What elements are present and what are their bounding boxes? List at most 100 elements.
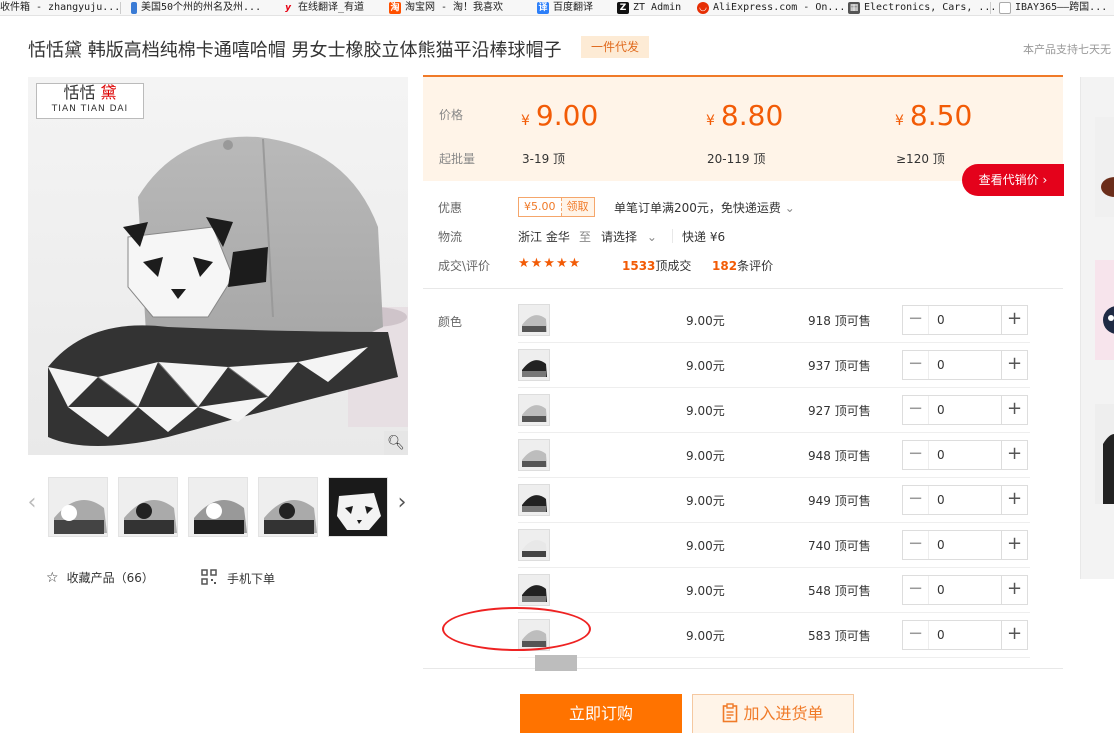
gallery-thumbnail[interactable] xyxy=(328,477,388,537)
color-label: 颜色 xyxy=(438,315,463,329)
bookmark-ibay365[interactable]: IBAY365——跨国... xyxy=(999,1,1107,15)
bookmark-youdao[interactable]: y 在线翻译_有道 xyxy=(282,1,364,15)
destination-select[interactable]: 请选择 ⌄ xyxy=(601,228,657,245)
recommend-thumbnail[interactable] xyxy=(1095,117,1114,217)
bookmark-taobao[interactable]: 淘 淘宝网 - 淘！我喜欢 xyxy=(389,1,503,15)
quantity-input[interactable]: 0 xyxy=(929,576,1001,604)
quantity-input[interactable]: 0 xyxy=(929,441,1001,469)
review-count[interactable]: 182条评价 xyxy=(712,257,773,274)
tier-price-value: 8.80 xyxy=(720,99,784,132)
plus-icon[interactable]: + xyxy=(1001,351,1027,379)
plus-icon[interactable]: + xyxy=(1001,621,1027,649)
bookmark-label: Electronics, Cars, ... xyxy=(864,2,997,13)
currency-symbol: ¥ xyxy=(706,113,715,129)
tier-range: 3-19 顶 xyxy=(522,152,566,166)
sku-thumbnail[interactable] xyxy=(518,304,550,336)
quantity-stepper: −0 + xyxy=(902,575,1028,605)
sku-thumbnail[interactable] xyxy=(518,529,550,561)
plus-icon[interactable]: + xyxy=(1001,306,1027,334)
quantity-stepper: −0 + xyxy=(902,530,1028,560)
quantity-input[interactable]: 0 xyxy=(929,621,1001,649)
dropship-badge[interactable]: 一件代发 xyxy=(581,36,649,58)
gallery-thumbnail[interactable] xyxy=(258,477,318,537)
recommend-thumbnail[interactable] xyxy=(1095,260,1114,360)
bookmark-zt-admin[interactable]: Z ZT Admin xyxy=(617,1,681,15)
plus-icon[interactable]: + xyxy=(1001,576,1027,604)
bookmark-ebay[interactable]: ▦ Electronics, Cars, ... xyxy=(848,1,996,15)
plus-icon[interactable]: + xyxy=(1001,396,1027,424)
sku-price: 9.00元 xyxy=(686,314,725,328)
sku-price: 9.00元 xyxy=(686,404,725,418)
bookmark-inbox[interactable]: 收件箱 - zhangyuju... xyxy=(0,1,120,15)
mobile-order-link[interactable]: 手机下单 xyxy=(201,569,275,588)
quantity-stepper: −0 + xyxy=(902,620,1028,650)
sold-count-suffix: 顶成交 xyxy=(655,259,692,273)
bookmark-baidu-translate[interactable]: 译 百度翻译 xyxy=(537,1,593,15)
review-count-suffix: 条评价 xyxy=(737,259,774,273)
chevron-right-icon: › xyxy=(1042,173,1048,187)
order-now-button[interactable]: 立即订购 xyxy=(520,694,682,733)
minus-icon[interactable]: − xyxy=(903,306,929,334)
bookmark-aliexpress[interactable]: ◡ AliExpress.com - On... xyxy=(697,1,845,15)
gallery-thumbnail[interactable] xyxy=(118,477,178,537)
sku-thumbnail[interactable] xyxy=(518,574,550,606)
sku-thumbnail[interactable] xyxy=(518,349,550,381)
ebay-icon: ▦ xyxy=(848,2,860,14)
sold-count-value: 1533 xyxy=(622,259,656,273)
sku-thumbnail[interactable] xyxy=(518,439,550,471)
quantity-input[interactable]: 0 xyxy=(929,531,1001,559)
minus-icon[interactable]: − xyxy=(903,531,929,559)
sku-thumbnail[interactable] xyxy=(518,484,550,516)
zoom-icon[interactable]: 🔍︎ xyxy=(384,431,408,455)
coupon-claim-button[interactable]: 领取 xyxy=(560,198,594,216)
baidu-translate-icon: 译 xyxy=(537,2,549,14)
plus-icon[interactable]: + xyxy=(1001,486,1027,514)
quantity-input[interactable]: 0 xyxy=(929,486,1001,514)
minus-icon[interactable]: − xyxy=(903,621,929,649)
bookmark-label: 美国50个州的州名及州... xyxy=(141,2,262,13)
minus-icon[interactable]: − xyxy=(903,351,929,379)
minus-icon[interactable]: − xyxy=(903,441,929,469)
view-agent-price-button[interactable]: 查看代销价 › xyxy=(962,164,1064,196)
thumb-cap-image xyxy=(189,478,247,536)
plus-icon[interactable]: + xyxy=(1001,531,1027,559)
quantity-input[interactable]: 0 xyxy=(929,306,1001,334)
quantity-stepper: −0 + xyxy=(902,350,1028,380)
minus-icon[interactable]: − xyxy=(903,396,929,424)
gallery-thumbnail[interactable] xyxy=(188,477,248,537)
bookmark-label: 百度翻译 xyxy=(553,2,593,13)
quantity-input[interactable]: 0 xyxy=(929,396,1001,424)
thumb-prev-icon[interactable]: ‹ xyxy=(24,490,40,515)
quantity-stepper: −0 + xyxy=(902,305,1028,335)
to-text: 至 xyxy=(579,230,592,244)
sku-row: 9.00元 548 顶可售 −0 + xyxy=(518,568,1030,613)
sold-count[interactable]: 1533顶成交 xyxy=(622,257,691,274)
tier-range: ≥120 顶 xyxy=(896,152,945,166)
sku-price: 9.00元 xyxy=(686,494,725,508)
tier-price: ¥9.00 xyxy=(521,99,598,132)
thumb-next-icon[interactable]: › xyxy=(394,490,410,515)
gallery-thumbnail[interactable] xyxy=(48,477,108,537)
coupon-badge[interactable]: ¥5.00 领取 xyxy=(518,197,595,217)
sku-thumbnail[interactable] xyxy=(518,394,550,426)
review-label: 成交\评价 xyxy=(438,259,491,273)
sku-row: 9.00元 740 顶可售 −0 + xyxy=(518,523,1030,568)
add-to-cart-button[interactable]: 加入进货单 xyxy=(692,694,854,733)
quantity-input[interactable]: 0 xyxy=(929,351,1001,379)
sku-stock: 937 顶可售 xyxy=(808,359,871,373)
minus-icon[interactable]: − xyxy=(903,486,929,514)
plus-icon[interactable]: + xyxy=(1001,441,1027,469)
doc-icon xyxy=(131,2,137,14)
recommend-thumbnail[interactable] xyxy=(1095,404,1114,504)
sku-stock: 583 顶可售 xyxy=(808,629,871,643)
favorite-product-link[interactable]: ☆ 收藏产品（66） xyxy=(46,569,154,586)
discount-text[interactable]: 单笔订单满200元，免快递运费 ⌄ xyxy=(614,199,795,216)
minus-icon[interactable]: − xyxy=(903,576,929,604)
review-count-value: 182 xyxy=(712,259,738,273)
main-product-image[interactable]: 恬恬 黛 TIAN TIAN DAI 🔍︎ xyxy=(28,77,408,455)
clipboard-icon xyxy=(722,703,743,723)
logo-text-cn: 恬恬 xyxy=(63,83,96,102)
bookmark-us-states[interactable]: 美国50个州的州名及州... xyxy=(131,1,261,15)
aliexpress-icon: ◡ xyxy=(697,2,709,14)
sku-row: 9.00元 918 顶可售 −0 + xyxy=(518,298,1030,343)
